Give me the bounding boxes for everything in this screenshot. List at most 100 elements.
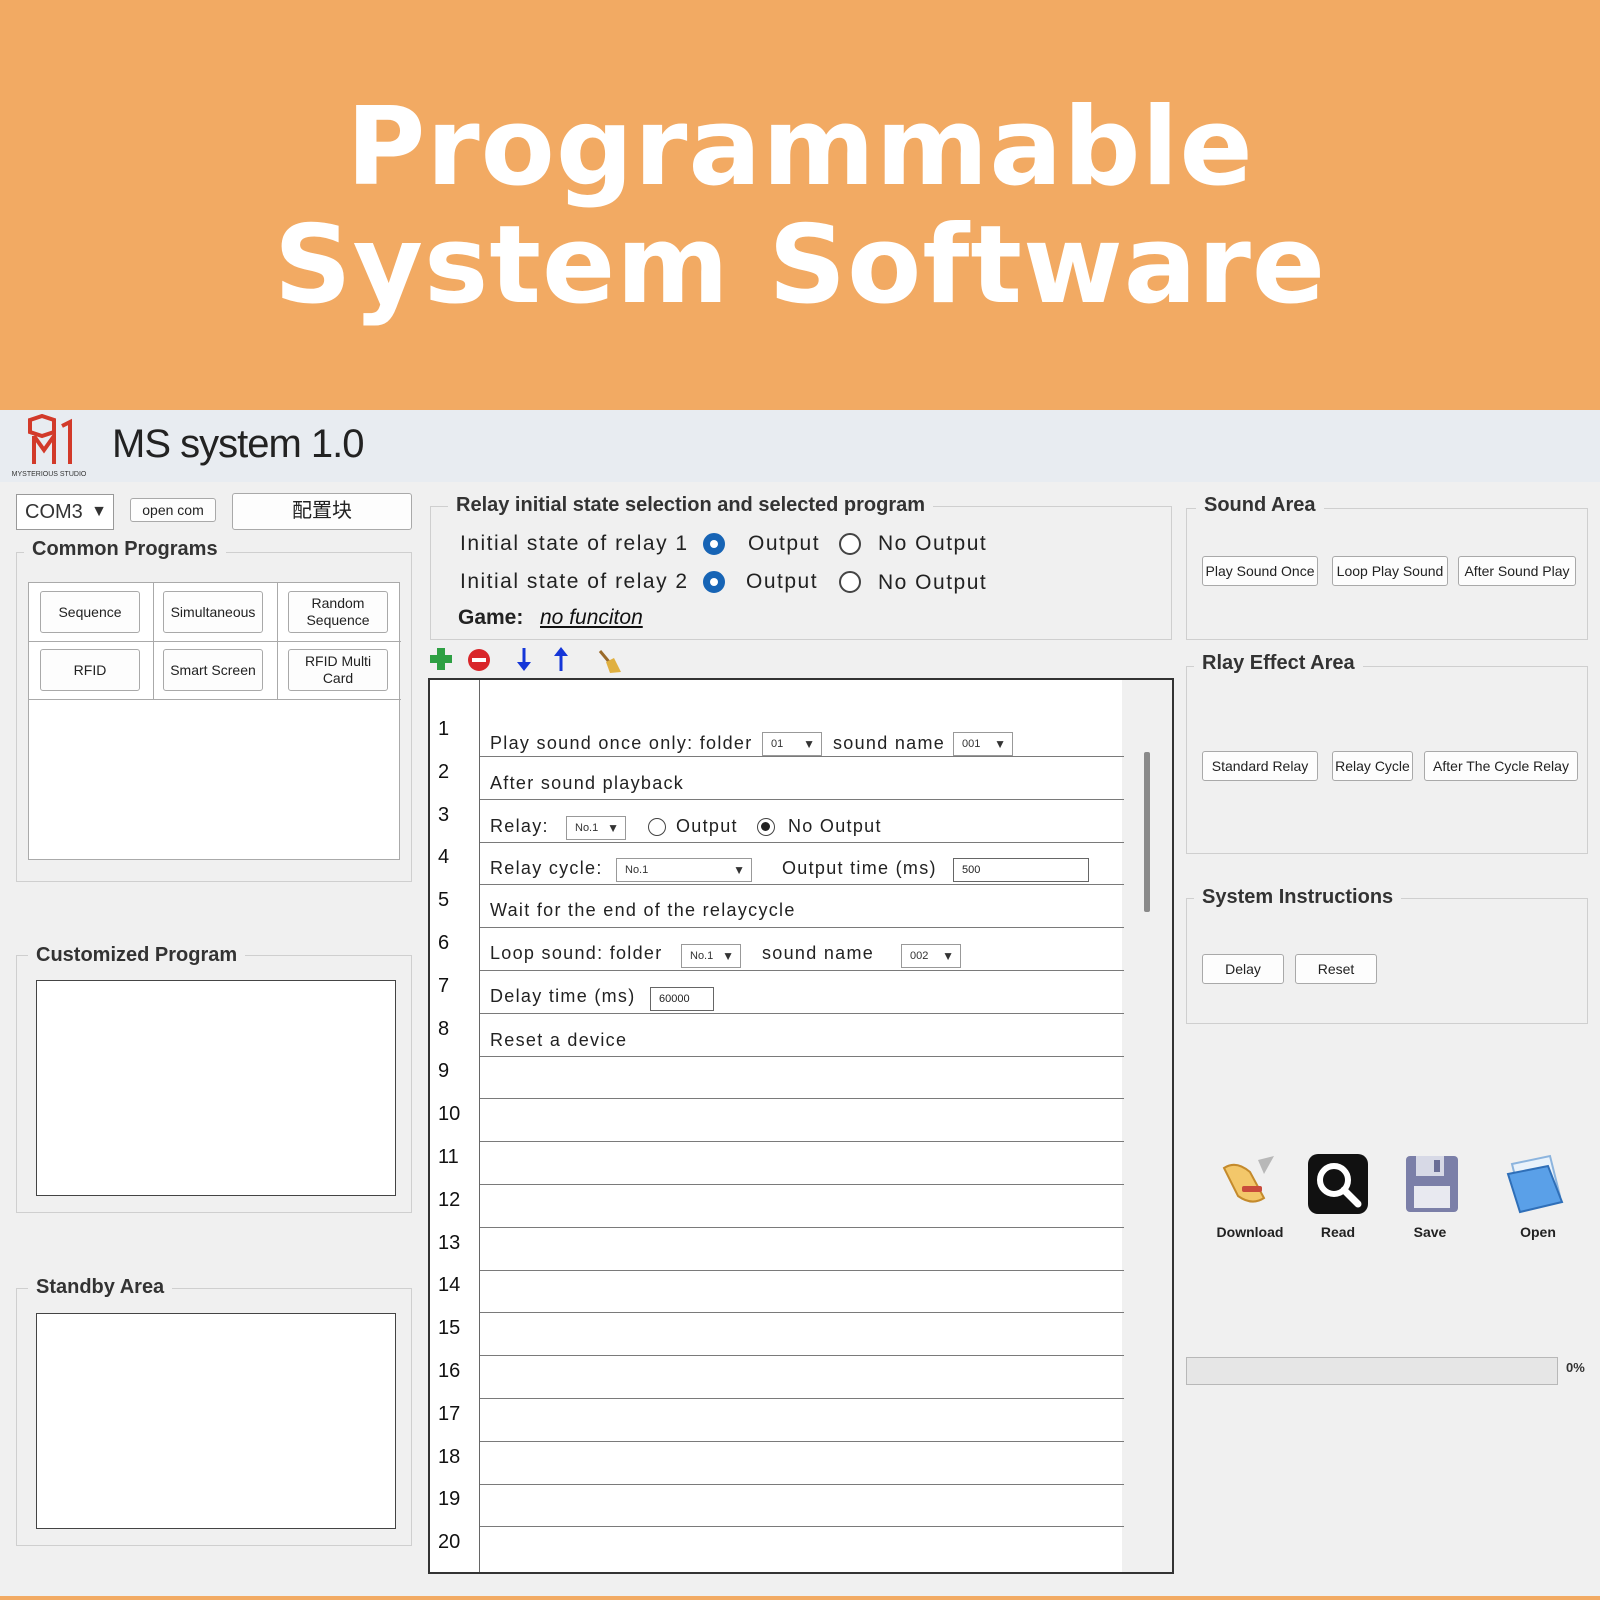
promo-banner: Programmable System Software — [0, 0, 1600, 410]
chevron-down-icon: ▼ — [722, 949, 734, 963]
banner-title-line2: System Software — [273, 203, 1327, 328]
relay1-output-radio[interactable] — [703, 533, 725, 555]
smart-screen-button[interactable]: Smart Screen — [163, 649, 263, 691]
row2-text: After sound playback — [490, 773, 685, 793]
config-block-button[interactable]: 配置块 — [232, 493, 412, 530]
row1-sound-select[interactable]: 001 ▼ — [953, 732, 1013, 756]
row-number: 18 — [438, 1445, 461, 1468]
row-separator — [480, 927, 1124, 929]
row-separator — [480, 1269, 1124, 1271]
banner-title-line1: Programmable — [346, 85, 1254, 210]
row-separator — [480, 1483, 1124, 1485]
chevron-down-icon: ▼ — [942, 949, 954, 963]
app-logo: MYSTERIOUS STUDIO — [4, 413, 90, 478]
remove-icon[interactable] — [466, 647, 492, 673]
row-number: 17 — [438, 1402, 461, 1425]
chevron-down-icon: ▼ — [733, 863, 745, 877]
relay1-label: Initial state of relay 1 — [460, 532, 689, 555]
row4-relay-select[interactable]: No.1 ▼ — [616, 858, 752, 882]
com-port-value: COM3 — [25, 500, 83, 523]
download-scroll-icon[interactable] — [1216, 1152, 1280, 1216]
chevron-down-icon: ▼ — [91, 503, 107, 520]
download-label: Download — [1216, 1224, 1284, 1240]
save-floppy-icon[interactable] — [1400, 1152, 1464, 1216]
row1-folder-select[interactable]: 01 ▼ — [762, 732, 822, 756]
com-port-select[interactable]: COM3 ▼ — [16, 494, 114, 530]
game-label: Game: — [458, 606, 524, 629]
reset-button[interactable]: Reset — [1295, 954, 1377, 984]
row-number: 7 — [438, 974, 450, 997]
random-sequence-button[interactable]: Random Sequence — [288, 591, 388, 633]
row3-no-output-radio[interactable] — [757, 818, 775, 836]
row4-label: Relay cycle: — [490, 858, 603, 878]
row3-output-label: Output — [676, 816, 738, 836]
chevron-down-icon: ▼ — [994, 737, 1006, 751]
row8-text: Reset a device — [490, 1030, 628, 1050]
simultaneous-button[interactable]: Simultaneous — [163, 591, 263, 633]
row6-folder-select[interactable]: No.1 ▼ — [681, 944, 741, 968]
row-number: 15 — [438, 1317, 461, 1340]
loop-play-sound-button[interactable]: Loop Play Sound — [1332, 556, 1448, 586]
app-title: MS system 1.0 — [112, 422, 365, 466]
ms-logo-icon — [28, 413, 72, 464]
row3-relay-select[interactable]: No.1 ▼ — [566, 816, 626, 840]
row-number: 14 — [438, 1274, 461, 1297]
row5-text: Wait for the end of the relaycycle — [490, 900, 796, 920]
scrollbar-track[interactable] — [1122, 680, 1172, 1572]
row3-relay-value: No.1 — [575, 822, 599, 834]
row6-text: Loop sound: folder — [490, 943, 663, 963]
row6-sound-select[interactable]: 002 ▼ — [901, 944, 961, 968]
row-separator — [480, 1526, 1124, 1528]
customized-program-list[interactable] — [36, 980, 396, 1196]
relay2-output-label: Output — [746, 570, 819, 593]
row1-sound-value: 001 — [962, 738, 981, 750]
play-sound-once-button[interactable]: Play Sound Once — [1202, 556, 1318, 586]
app-header: MYSTERIOUS STUDIO MS system 1.0 — [0, 410, 1600, 482]
open-com-button[interactable]: open com — [130, 498, 216, 522]
row-number: 12 — [438, 1188, 461, 1211]
row-separator — [480, 1098, 1124, 1100]
standby-area-list[interactable] — [36, 1313, 396, 1529]
move-down-icon[interactable] — [511, 646, 537, 672]
row-separator — [480, 1141, 1124, 1143]
row3-label: Relay: — [490, 816, 549, 836]
progress-bar — [1186, 1357, 1558, 1385]
row4-time-input[interactable]: 500 — [953, 858, 1089, 882]
read-search-icon[interactable] — [1306, 1152, 1370, 1216]
row-separator — [480, 841, 1124, 843]
relay-cycle-button[interactable]: Relay Cycle — [1332, 751, 1413, 781]
row-separator — [480, 1226, 1124, 1228]
row-number: 19 — [438, 1488, 461, 1511]
row-number: 11 — [438, 1146, 459, 1168]
save-label: Save — [1413, 1224, 1447, 1240]
add-icon[interactable] — [428, 646, 454, 672]
after-the-cycle-relay-button[interactable]: After The Cycle Relay — [1424, 751, 1578, 781]
system-instructions-title: System Instructions — [1194, 886, 1402, 909]
row-number: 16 — [438, 1360, 461, 1382]
row6-folder-value: No.1 — [690, 950, 714, 962]
row-number: 13 — [438, 1231, 461, 1254]
row1-text: Play sound once only: folder — [490, 733, 753, 753]
row-separator — [480, 1312, 1124, 1314]
move-up-icon[interactable] — [548, 646, 574, 672]
clear-broom-icon[interactable] — [596, 648, 622, 674]
relay-selection-title: Relay initial state selection and select… — [448, 494, 934, 517]
scrollbar-thumb[interactable] — [1144, 752, 1150, 912]
after-sound-play-button[interactable]: After Sound Play — [1458, 556, 1576, 586]
standard-relay-button[interactable]: Standard Relay — [1202, 751, 1318, 781]
row-separator — [480, 1012, 1124, 1014]
rfid-multi-card-button[interactable]: RFID Multi Card — [288, 649, 388, 691]
relay2-no-output-radio[interactable] — [839, 571, 861, 593]
row3-output-radio[interactable] — [648, 818, 666, 836]
sequence-button[interactable]: Sequence — [40, 591, 140, 633]
delay-button[interactable]: Delay — [1202, 954, 1284, 984]
relay1-no-output-radio[interactable] — [839, 533, 861, 555]
row-number: 4 — [438, 846, 450, 869]
row-separator — [480, 1440, 1124, 1442]
program-list-panel[interactable] — [428, 678, 1174, 1574]
rfid-button[interactable]: RFID — [40, 649, 140, 691]
row7-delay-input[interactable]: 60000 — [650, 987, 714, 1011]
relay2-output-radio[interactable] — [703, 571, 725, 593]
open-folder-icon[interactable] — [1504, 1152, 1568, 1216]
relay1-no-output-label: No Output — [878, 532, 988, 555]
